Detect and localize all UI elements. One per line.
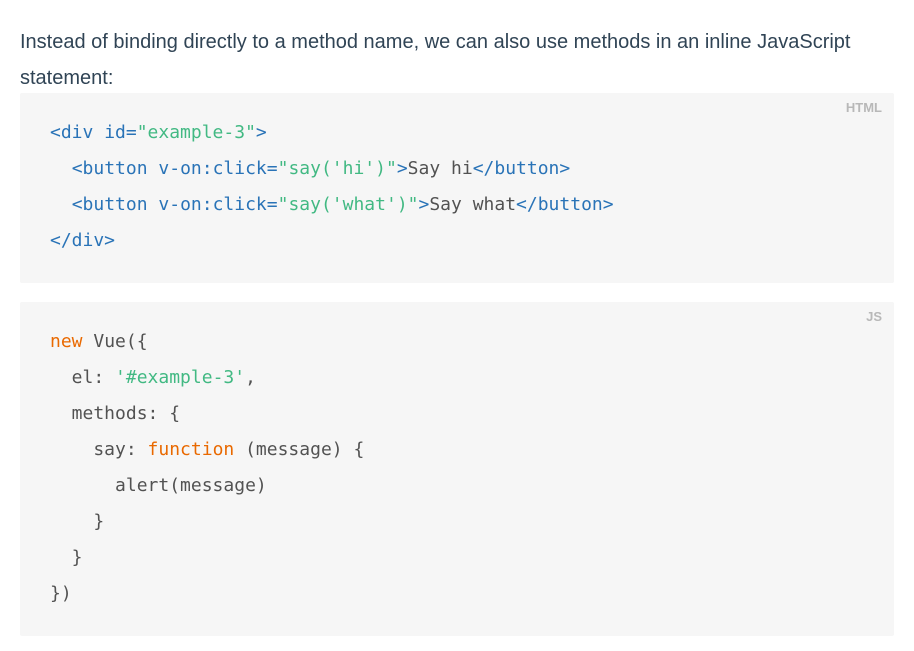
code-token: (message) { (234, 439, 365, 460)
code-token: > (396, 158, 408, 179)
html-code-block: HTML <div id="example-3"> <button v-on:c… (20, 93, 894, 283)
code-line: <button v-on:click="say('hi')">Say hi</b… (50, 151, 614, 187)
code-token: el: (50, 367, 116, 388)
code-language-label: HTML (845, 100, 882, 115)
code-line: methods: { (50, 396, 364, 432)
code-line: el: '#example-3', (50, 360, 364, 396)
code-line: <button v-on:click="say('what')">Say wha… (50, 187, 614, 223)
code-token: </div> (50, 230, 116, 251)
code-line: new Vue({ (50, 324, 364, 360)
code-lines: new Vue({ el: '#example-3', methods: { s… (50, 324, 364, 612)
code-token: > (255, 122, 267, 143)
code-token: Vue({ (82, 331, 148, 352)
code-token: } (50, 511, 105, 532)
code-token: Say what (429, 194, 517, 215)
code-token: }) (50, 583, 72, 604)
code-token: , (245, 367, 256, 388)
code-line: } (50, 540, 364, 576)
code-token: "example-3" (136, 122, 256, 143)
code-token: function (147, 439, 235, 460)
code-token: methods: { (50, 403, 181, 424)
code-token: <div (50, 122, 105, 143)
intro-paragraph: Instead of binding directly to a method … (20, 31, 851, 89)
code-token: v-on:click= (158, 158, 278, 179)
code-line: alert(message) (50, 468, 364, 504)
code-token: <button (71, 194, 159, 215)
code-line: }) (50, 576, 364, 612)
code-token: "say('hi')" (277, 158, 397, 179)
js-code-block: JS new Vue({ el: '#example-3', methods: … (20, 302, 894, 636)
code-line: say: function (message) { (50, 432, 364, 468)
code-token: v-on:click= (158, 194, 278, 215)
code-token: new (50, 331, 83, 352)
code-token: alert(message) (50, 475, 267, 496)
code-language-label: JS (866, 309, 882, 324)
code-token: "say('what')" (277, 194, 419, 215)
code-line: } (50, 504, 364, 540)
code-token: > (418, 194, 430, 215)
code-token: </button> (516, 194, 614, 215)
code-token: <button (71, 158, 159, 179)
code-token: } (50, 547, 83, 568)
code-token: Say hi (407, 158, 473, 179)
code-token: say: (50, 439, 148, 460)
code-line: <div id="example-3"> (50, 115, 614, 151)
code-lines: <div id="example-3"> <button v-on:click=… (50, 115, 614, 259)
code-token: id= (104, 122, 137, 143)
code-token: '#example-3' (115, 367, 246, 388)
code-token: </button> (472, 158, 571, 179)
code-line: </div> (50, 223, 614, 259)
